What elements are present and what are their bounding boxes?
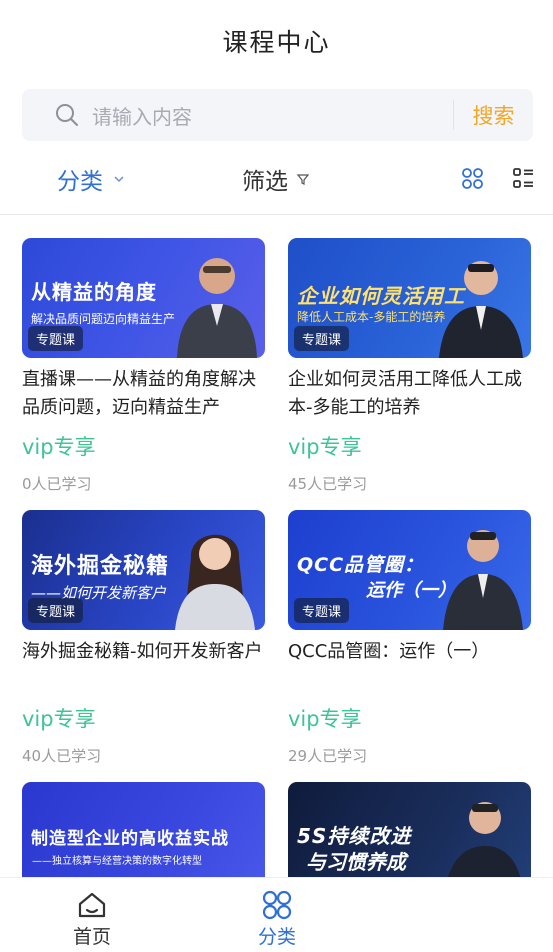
course-title[interactable]: QCC品管圈：运作（一）	[288, 638, 531, 694]
tab-home-label: 首页	[72, 926, 111, 948]
funnel-icon	[297, 174, 309, 185]
thumbnail-title: 海外掘金秘籍	[31, 554, 170, 579]
course-thumbnail[interactable]: 海外掘金秘籍 ——如何开发新客户 专题课	[22, 510, 265, 630]
tab-category-label: 分类	[257, 926, 296, 948]
course-title[interactable]: 企业如何灵活用工降低人工成本-多能工的培养	[288, 366, 531, 422]
vip-label: vip专享	[22, 435, 96, 459]
category-dropdown-label: 分类	[57, 169, 103, 195]
learner-count: 0人已学习	[22, 475, 92, 493]
lecturer-photo	[439, 261, 523, 358]
bottom-tab-bar: 首页 分类	[0, 877, 553, 952]
tab-home[interactable]: 首页	[32, 878, 152, 952]
course-card[interactable]: 企业如何灵活用工 降低人工成本-多能工的培养 专题课 企业如何灵活用工降低人工成…	[288, 238, 531, 494]
course-card[interactable]: 海外掘金秘籍 ——如何开发新客户 专题课 海外掘金秘籍-如何开发新客户 vip专…	[22, 510, 265, 766]
search-input[interactable]: 请输入内容	[92, 101, 453, 130]
learner-count: 40人已学习	[22, 747, 102, 765]
search-icon	[55, 103, 79, 127]
filter-label: 筛选	[242, 169, 288, 195]
lecturer-photo	[175, 534, 255, 630]
thumbnail-subtitle: 解决品质问题迈向精益生产	[31, 312, 176, 326]
lecturer-photo	[443, 530, 523, 630]
vip-label: vip专享	[288, 435, 362, 459]
header: 课程中心	[0, 0, 553, 82]
thumbnail-title: 从精益的角度	[31, 280, 157, 304]
category-icon	[262, 890, 292, 920]
thumbnail-subtitle: 降低人工成本-多能工的培养	[297, 310, 446, 324]
learner-count: 29人已学习	[288, 747, 368, 765]
search-bar[interactable]: 请输入内容 搜索	[22, 89, 533, 141]
lecturer-photo	[177, 258, 257, 358]
course-card[interactable]: QCC品管圈： 运作（一） 专题课 QCC品管圈：运作（一） vip专享 29人…	[288, 510, 531, 766]
course-card[interactable]: 从精益的角度 解决品质问题迈向精益生产 专题课 直播课——从精益的角度解决品质问…	[22, 238, 265, 494]
course-type-badge: 专题课	[28, 326, 84, 351]
thumbnail-subtitle: 与习惯养成	[306, 850, 406, 874]
course-title[interactable]: 海外掘金秘籍-如何开发新客户	[22, 638, 265, 694]
thumbnail-subtitle: ——独立核算与经营决策的数字化转型	[32, 856, 202, 867]
chevron-down-icon	[114, 176, 124, 183]
thumbnail-title: 5S持续改进	[297, 824, 412, 848]
filter-bar: 分类 筛选	[0, 153, 553, 205]
course-thumbnail[interactable]: 从精益的角度 解决品质问题迈向精益生产 专题课	[22, 238, 265, 358]
course-title[interactable]: 直播课——从精益的角度解决品质问题，迈向精益生产	[22, 366, 265, 422]
list-view-icon[interactable]	[512, 167, 535, 190]
course-thumbnail[interactable]: QCC品管圈： 运作（一） 专题课	[288, 510, 531, 630]
learner-count: 45人已学习	[288, 475, 368, 493]
page-title: 课程中心	[222, 28, 331, 57]
home-icon	[78, 892, 106, 918]
course-thumbnail[interactable]: 企业如何灵活用工 降低人工成本-多能工的培养 专题课	[288, 238, 531, 358]
search-button[interactable]: 搜索	[454, 100, 533, 130]
thumbnail-title: 制造型企业的高收益实战	[31, 829, 229, 849]
thumbnail-title: QCC品管圈：	[297, 554, 425, 576]
divider	[0, 214, 553, 215]
category-dropdown[interactable]: 分类	[57, 153, 125, 205]
course-type-badge: 专题课	[28, 598, 84, 623]
course-type-badge: 专题课	[294, 598, 350, 623]
course-type-badge: 专题课	[294, 326, 350, 351]
filter-button[interactable]: 筛选	[242, 153, 309, 205]
vip-label: vip专享	[22, 707, 96, 731]
vip-label: vip专享	[288, 707, 362, 731]
grid-view-icon[interactable]	[461, 167, 484, 190]
tab-category[interactable]: 分类	[217, 878, 337, 952]
